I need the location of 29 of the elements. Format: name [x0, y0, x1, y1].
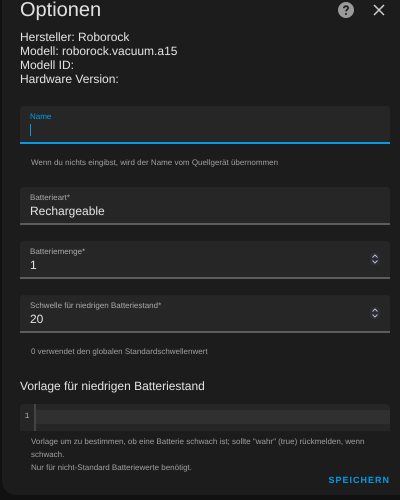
- helper-text: Wenn du nichts eingibst, wird der Name vom Quellgerät übernommen: [30, 157, 280, 169]
- input-field[interactable]: Batterieart* Rechargeable: [20, 187, 390, 225]
- field-value: Rechargeable: [30, 202, 105, 218]
- field-label: Name: [30, 110, 52, 122]
- input-field[interactable]: Batteriemenge* 1: [20, 241, 390, 279]
- device-info: Modell ID:: [20, 58, 76, 72]
- dialog-title: Optionen: [20, 0, 102, 23]
- section-heading: Vorlage für niedrigen Batteriestand: [20, 378, 206, 395]
- field-value: 1: [30, 256, 37, 272]
- helper-text: Nur für nicht-Standard Batteriewerte benötigt.: [31, 462, 193, 474]
- close-icon[interactable]: [373, 4, 385, 16]
- device-info: Modell: roborock.vacuum.a15: [20, 44, 178, 58]
- device-info: Hersteller: Roborock: [20, 30, 130, 44]
- line-number: 1: [24, 411, 30, 424]
- input-field[interactable]: Name: [20, 106, 390, 144]
- text-cursor-icon: [30, 124, 31, 136]
- field-value: 20: [30, 310, 44, 326]
- spinner-icon[interactable]: [370, 253, 380, 265]
- device-info: Hardware Version:: [20, 72, 120, 86]
- field-label: Batteriemenge*: [30, 246, 86, 256]
- field-label: Batterieart*: [30, 192, 72, 202]
- helper-text: Vorlage um zu bestimmen, ob eine Batterie schwach ist; sollte "wahr" (true) rückmelden, wenn schwach.: [31, 436, 366, 460]
- spinner-icon[interactable]: [370, 307, 380, 319]
- field-label: Schwelle für niedrigen Batteriestand*: [30, 300, 162, 310]
- save-button[interactable]: SPEICHERN: [328, 474, 390, 487]
- helper-text: 0 verwendet den globalen Standardschwellenwert: [30, 346, 209, 358]
- code-editor[interactable]: 1: [20, 404, 390, 430]
- help-icon[interactable]: [338, 2, 354, 18]
- input-field[interactable]: Schwelle für niedrigen Batteriestand* 20: [20, 295, 390, 333]
